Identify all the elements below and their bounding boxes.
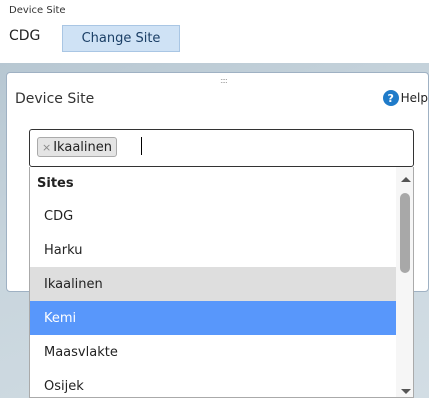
- option-item[interactable]: Ikaalinen: [30, 267, 396, 301]
- help-label[interactable]: Help: [401, 91, 428, 105]
- search-input-caret[interactable]: [141, 137, 142, 155]
- help-link[interactable]: ? Help: [382, 90, 428, 106]
- device-site-label: Device Site: [9, 5, 66, 16]
- option-item[interactable]: CDG: [30, 199, 396, 233]
- drag-handle[interactable]: ::::: [220, 76, 228, 85]
- option-item[interactable]: Maasvlakte: [30, 335, 396, 369]
- selected-site-tag: × Ikaalinen: [37, 137, 117, 157]
- option-item[interactable]: Kemi: [30, 301, 396, 335]
- scroll-down-arrow-icon[interactable]: [401, 389, 411, 394]
- site-select-box[interactable]: × Ikaalinen: [29, 129, 414, 167]
- dropdown-scrollbar[interactable]: [396, 167, 413, 397]
- change-site-button[interactable]: Change Site: [62, 25, 180, 52]
- group-label-sites: Sites: [37, 176, 74, 191]
- dialog-title: Device Site: [15, 91, 95, 107]
- selected-site-label: Ikaalinen: [53, 139, 112, 155]
- option-item[interactable]: Harku: [30, 233, 396, 267]
- remove-tag-icon[interactable]: ×: [42, 141, 51, 154]
- help-icon[interactable]: ?: [382, 90, 399, 106]
- site-dropdown: Sites CDG Harku Ikaalinen Kemi Maasvlakt…: [29, 167, 414, 398]
- scroll-up-arrow-icon[interactable]: [401, 177, 411, 182]
- option-item[interactable]: Osijek: [30, 369, 396, 397]
- current-site-code: CDG: [9, 28, 41, 44]
- scroll-thumb[interactable]: [400, 193, 410, 273]
